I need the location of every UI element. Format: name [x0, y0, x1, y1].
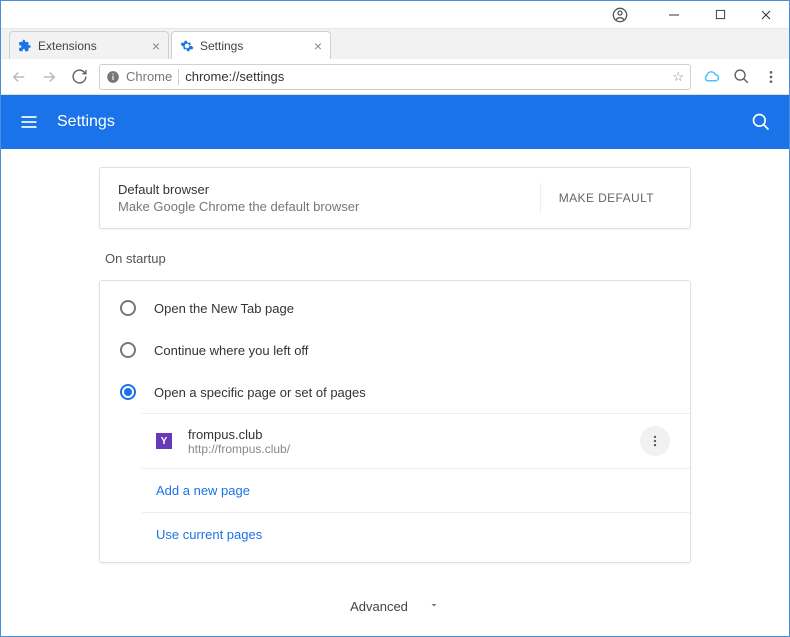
user-account-icon[interactable]: [597, 1, 643, 29]
browser-menu-icon[interactable]: [761, 67, 781, 87]
radio-label: Open the New Tab page: [154, 301, 294, 316]
close-icon[interactable]: ×: [152, 38, 160, 54]
startup-option-continue[interactable]: Continue where you left off: [100, 329, 690, 371]
tab-settings[interactable]: Settings ×: [171, 31, 331, 59]
advanced-label: Advanced: [350, 599, 408, 614]
security-label: Chrome: [126, 69, 172, 84]
back-icon[interactable]: [9, 67, 29, 87]
radio-icon: [120, 384, 136, 400]
new-tab-button[interactable]: [337, 37, 357, 55]
puzzle-icon: [18, 39, 32, 53]
window-minimize-icon[interactable]: [651, 1, 697, 29]
reload-icon[interactable]: [69, 67, 89, 87]
radio-label: Continue where you left off: [154, 343, 308, 358]
use-current-pages-link[interactable]: Use current pages: [142, 512, 690, 556]
window-close-icon[interactable]: [743, 1, 789, 29]
tab-label: Settings: [200, 39, 243, 53]
window-titlebar: [1, 1, 789, 29]
make-default-button[interactable]: MAKE DEFAULT: [540, 183, 672, 213]
startup-page-title: frompus.club: [188, 427, 290, 442]
chevron-down-icon: [428, 599, 440, 614]
radio-icon: [120, 342, 136, 358]
tab-extensions[interactable]: Extensions ×: [9, 31, 169, 59]
default-browser-card: Default browser Make Google Chrome the d…: [99, 167, 691, 229]
page-more-menu-icon[interactable]: [640, 426, 670, 456]
site-info-icon[interactable]: [106, 70, 120, 84]
forward-icon[interactable]: [39, 67, 59, 87]
url-text: chrome://settings: [185, 69, 284, 84]
settings-header: Settings: [1, 95, 789, 149]
startup-card: Open the New Tab page Continue where you…: [99, 280, 691, 563]
address-bar[interactable]: Chrome chrome://settings ☆: [99, 64, 691, 90]
window-maximize-icon[interactable]: [697, 1, 743, 29]
section-label-startup: On startup: [105, 251, 691, 266]
default-browser-title: Default browser: [118, 182, 540, 197]
extension-cloud-icon[interactable]: [701, 67, 721, 87]
search-anywhere-icon[interactable]: [731, 67, 751, 87]
bookmark-star-icon[interactable]: ☆: [672, 69, 684, 85]
advanced-toggle[interactable]: Advanced: [99, 599, 691, 614]
divider: [178, 69, 179, 85]
startup-option-newtab[interactable]: Open the New Tab page: [100, 287, 690, 329]
startup-page-url: http://frompus.club/: [188, 442, 290, 456]
tab-label: Extensions: [38, 39, 97, 53]
search-icon[interactable]: [751, 112, 771, 132]
toolbar: Chrome chrome://settings ☆: [1, 59, 789, 95]
startup-pages-list: Y frompus.club http://frompus.club/ Add …: [142, 413, 690, 556]
startup-page-row: Y frompus.club http://frompus.club/: [142, 414, 690, 468]
site-favicon: Y: [156, 433, 172, 449]
hamburger-menu-icon[interactable]: [19, 112, 39, 132]
radio-label: Open a specific page or set of pages: [154, 385, 366, 400]
close-icon[interactable]: ×: [314, 38, 322, 54]
radio-icon: [120, 300, 136, 316]
page-title: Settings: [57, 113, 115, 131]
browser-tab-strip: Extensions × Settings ×: [1, 29, 789, 59]
settings-content[interactable]: Default browser Make Google Chrome the d…: [1, 149, 789, 636]
startup-option-specific[interactable]: Open a specific page or set of pages: [100, 371, 690, 413]
add-new-page-link[interactable]: Add a new page: [142, 468, 690, 512]
gear-icon: [180, 39, 194, 53]
default-browser-subtitle: Make Google Chrome the default browser: [118, 199, 540, 214]
